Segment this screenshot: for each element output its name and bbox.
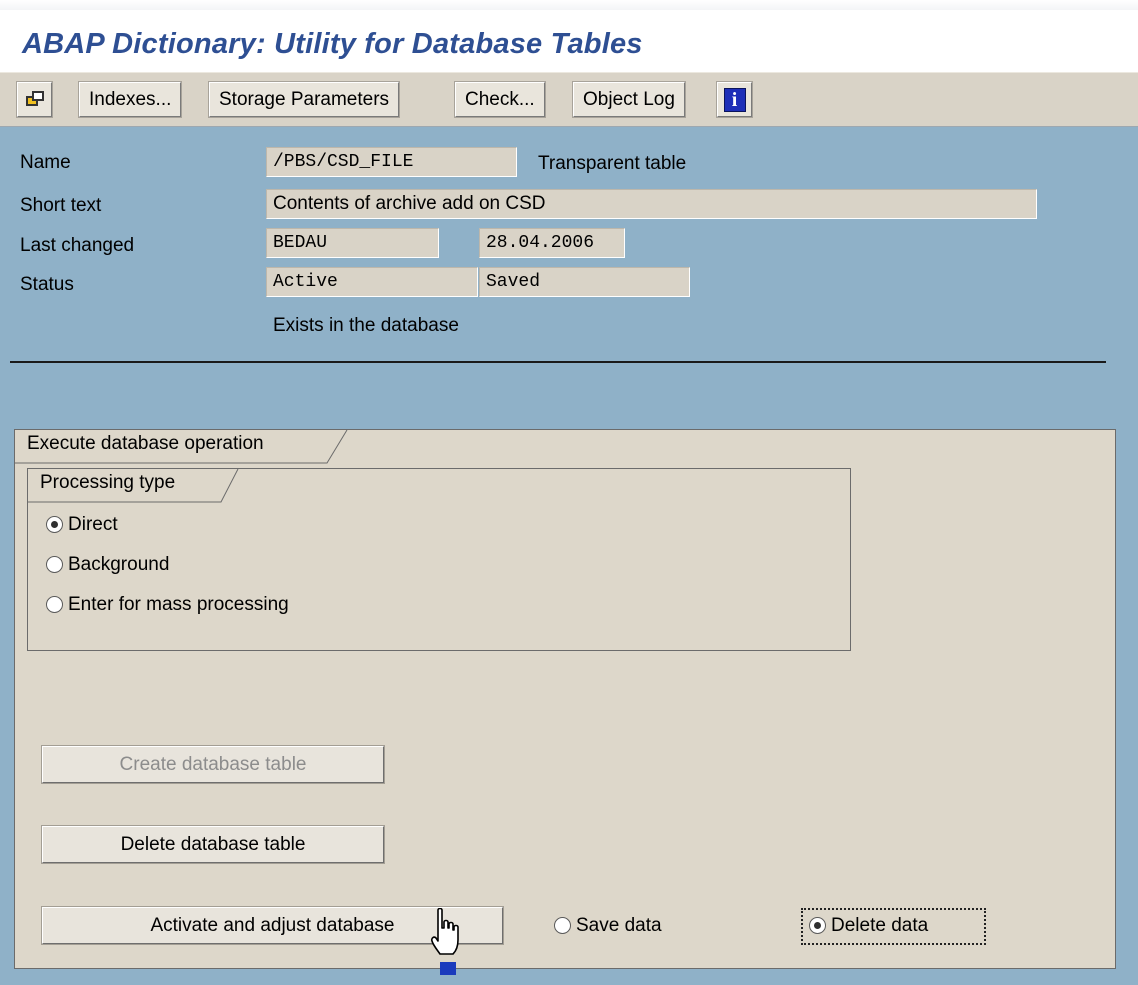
radio-button-icon xyxy=(46,556,63,573)
page-title: ABAP Dictionary: Utility for Database Ta… xyxy=(22,28,643,60)
title-bar: ABAP Dictionary: Utility for Database Ta… xyxy=(0,10,1138,72)
processing-type-tab: Processing type xyxy=(28,469,248,503)
check-button[interactable]: Check... xyxy=(454,81,546,118)
status-active-field[interactable]: Active xyxy=(266,267,478,297)
last-changed-label: Last changed xyxy=(20,235,135,256)
radio-button-icon xyxy=(809,917,826,934)
separator-line xyxy=(10,361,1106,363)
storage-parameters-button[interactable]: Storage Parameters xyxy=(207,81,401,118)
radio-background[interactable]: Background xyxy=(46,553,169,577)
hand-cursor-icon xyxy=(431,908,459,975)
radio-direct-label: Direct xyxy=(68,514,118,535)
radio-mass-processing[interactable]: Enter for mass processing xyxy=(46,593,289,617)
application-toolbar: Indexes... Storage Parameters Check... O… xyxy=(0,72,1138,127)
info-button[interactable]: i xyxy=(716,81,753,118)
name-label: Name xyxy=(20,152,71,173)
last-changed-date-field[interactable]: 28.04.2006 xyxy=(479,228,625,258)
switch-view-button[interactable] xyxy=(16,81,53,118)
last-changed-user-field[interactable]: BEDAU xyxy=(266,228,439,258)
processing-type-group: Processing type Direct Background Enter … xyxy=(27,468,851,651)
table-type-text: Transparent table xyxy=(538,153,687,174)
short-text-label: Short text xyxy=(20,195,102,216)
radio-delete-data-label: Delete data xyxy=(831,915,929,936)
info-icon: i xyxy=(723,88,746,112)
radio-button-icon xyxy=(46,516,63,533)
delete-database-table-button[interactable]: Delete database table xyxy=(41,825,385,864)
execute-operation-tab: Execute database operation xyxy=(15,430,355,464)
processing-type-title: Processing type xyxy=(40,472,176,493)
execute-operation-group: Execute database operation Processing ty… xyxy=(14,429,1116,969)
radio-button-icon xyxy=(46,596,63,613)
execute-operation-title: Execute database operation xyxy=(27,433,264,454)
radio-save-data-label: Save data xyxy=(576,915,662,936)
radio-direct[interactable]: Direct xyxy=(46,513,118,537)
radio-delete-data[interactable]: Delete data xyxy=(809,914,928,938)
status-label: Status xyxy=(20,274,74,295)
create-database-table-button[interactable]: Create database table xyxy=(41,745,385,784)
window-switch-icon xyxy=(25,91,45,109)
short-text-field[interactable]: Contents of archive add on CSD xyxy=(266,189,1037,219)
name-field[interactable]: /PBS/CSD_FILE xyxy=(266,147,517,177)
radio-button-icon xyxy=(554,917,571,934)
object-log-button[interactable]: Object Log xyxy=(572,81,686,118)
radio-save-data[interactable]: Save data xyxy=(554,914,662,938)
db-status-text: Exists in the database xyxy=(273,315,459,336)
radio-mass-processing-label: Enter for mass processing xyxy=(68,594,289,615)
radio-background-label: Background xyxy=(68,554,170,575)
indexes-button[interactable]: Indexes... xyxy=(77,81,183,118)
status-saved-field[interactable]: Saved xyxy=(479,267,690,297)
